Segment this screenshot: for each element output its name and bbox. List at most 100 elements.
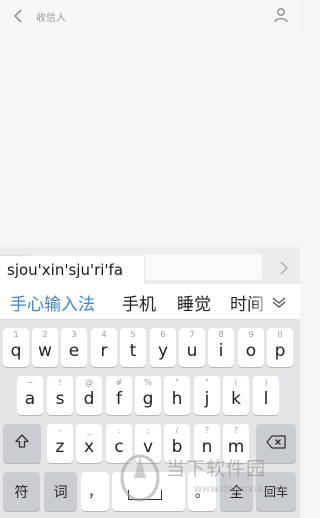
key-hint: 1 [13, 330, 19, 339]
key-f[interactable]: # f [106, 376, 132, 415]
key-hint: 2 [42, 330, 48, 339]
key-s[interactable]: ! s [47, 376, 73, 415]
key-g[interactable]: % g [135, 376, 161, 415]
key-p[interactable]: 0p [267, 328, 293, 367]
candidate-item[interactable]: 手心输入法 [10, 290, 95, 315]
key-hint: 7 [189, 330, 195, 339]
key-hint: 3 [71, 330, 77, 339]
key-o[interactable]: 9o [238, 328, 264, 367]
key-label: t [129, 340, 137, 361]
key-hint: 6 [160, 330, 166, 339]
full-width-key[interactable]: 全 [220, 472, 253, 511]
key-label: 词 [53, 484, 68, 501]
key-y[interactable]: 6y [150, 328, 176, 367]
key-a[interactable]: ~ a [17, 376, 43, 415]
key-n[interactable]: ? n [194, 424, 220, 463]
key-hint: ( [234, 378, 238, 387]
comma-key[interactable]: ， [81, 472, 109, 511]
shift-key[interactable] [3, 424, 41, 463]
key-hint: ? [233, 426, 239, 435]
key-label: 。 [195, 484, 209, 501]
key-hint: _ [87, 426, 91, 435]
candidate-item[interactable]: 手机 [122, 290, 156, 315]
key-label: s [55, 388, 65, 409]
key-label: o [245, 340, 257, 361]
period-key[interactable]: 。 [188, 472, 216, 511]
key-label: a [24, 388, 36, 409]
key-l[interactable]: ) l [253, 376, 279, 415]
key-hint: : [117, 426, 121, 435]
chevron-left-icon[interactable] [10, 8, 26, 24]
key-h[interactable]: " h [164, 376, 190, 415]
key-label: n [201, 436, 213, 457]
key-hint: " [205, 378, 209, 387]
key-label: j [204, 388, 210, 409]
key-e[interactable]: 3e [61, 328, 87, 367]
key-label: c [114, 436, 124, 457]
key-label: b [171, 436, 183, 457]
key-label: y [157, 340, 169, 361]
key-m[interactable]: ? m [223, 424, 249, 463]
backspace-icon [266, 434, 286, 454]
key-i[interactable]: 8i [208, 328, 234, 367]
key-label: d [83, 388, 95, 409]
key-x[interactable]: _ x [76, 424, 102, 463]
shift-icon [14, 433, 30, 454]
key-u[interactable]: 7u [179, 328, 205, 367]
key-w[interactable]: 2w [32, 328, 58, 367]
pinyin-composition: sjou'xin'sju'ri'fa [0, 256, 144, 284]
candidate-fade [252, 284, 270, 319]
key-hint: ! [58, 378, 62, 387]
key-z[interactable]: -z [47, 424, 73, 463]
key-label: p [274, 340, 286, 361]
key-k[interactable]: (k [223, 376, 249, 415]
key-b[interactable]: / b [164, 424, 190, 463]
key-label: ， [88, 484, 102, 501]
key-label: k [231, 388, 241, 409]
key-hint: - [58, 426, 62, 435]
key-label: h [171, 388, 183, 409]
person-icon[interactable] [273, 7, 289, 23]
word-key[interactable]: 词 [44, 472, 77, 511]
key-label: 回车 [263, 485, 288, 499]
key-label: m [227, 436, 245, 457]
key-hint: ~ [26, 378, 34, 387]
key-r[interactable]: 4r [91, 328, 117, 367]
key-label: e [68, 340, 80, 361]
key-v[interactable]: ; v [135, 424, 161, 463]
key-label: z [55, 436, 65, 457]
delete-key[interactable] [256, 424, 296, 463]
key-q[interactable]: 1q [3, 328, 29, 367]
header-bar: 收信人 [0, 0, 300, 32]
key-label: r [100, 340, 108, 361]
candidate-item[interactable]: 睡觉 [177, 290, 211, 315]
key-d[interactable]: @ d [76, 376, 102, 415]
key-label: 全 [229, 484, 244, 501]
symbol-key[interactable]: 符 [3, 472, 40, 511]
key-hint: ) [264, 378, 268, 387]
recipient-field[interactable]: 收信人 [36, 9, 66, 24]
key-hint: # [115, 378, 123, 387]
key-label: f [116, 388, 122, 409]
key-hint: 9 [248, 330, 254, 339]
key-t[interactable]: 5t [120, 328, 146, 367]
sms-compose-screen: 收信人 sjou'xin'sju'ri'fa 手心输入法 手机 睡觉 时间 1q… [0, 0, 300, 518]
key-label: g [142, 388, 154, 409]
key-label: x [83, 436, 95, 457]
key-hint: 0 [277, 330, 283, 339]
space-key[interactable] [112, 472, 185, 511]
key-hint: @ [85, 378, 93, 387]
chevron-down-icon[interactable] [272, 293, 286, 308]
key-label: w [38, 340, 52, 361]
key-hint: % [144, 378, 152, 387]
key-hint: ; [146, 426, 150, 435]
key-label: q [10, 340, 22, 361]
chevron-right-icon[interactable] [278, 260, 290, 275]
key-hint: / [175, 426, 179, 435]
key-j[interactable]: " j [194, 376, 220, 415]
key-label: i [218, 340, 224, 361]
enter-key[interactable]: 回车 [256, 472, 296, 511]
key-c[interactable]: :c [106, 424, 132, 463]
key-hint: 4 [101, 330, 107, 339]
key-label: 符 [14, 484, 29, 501]
